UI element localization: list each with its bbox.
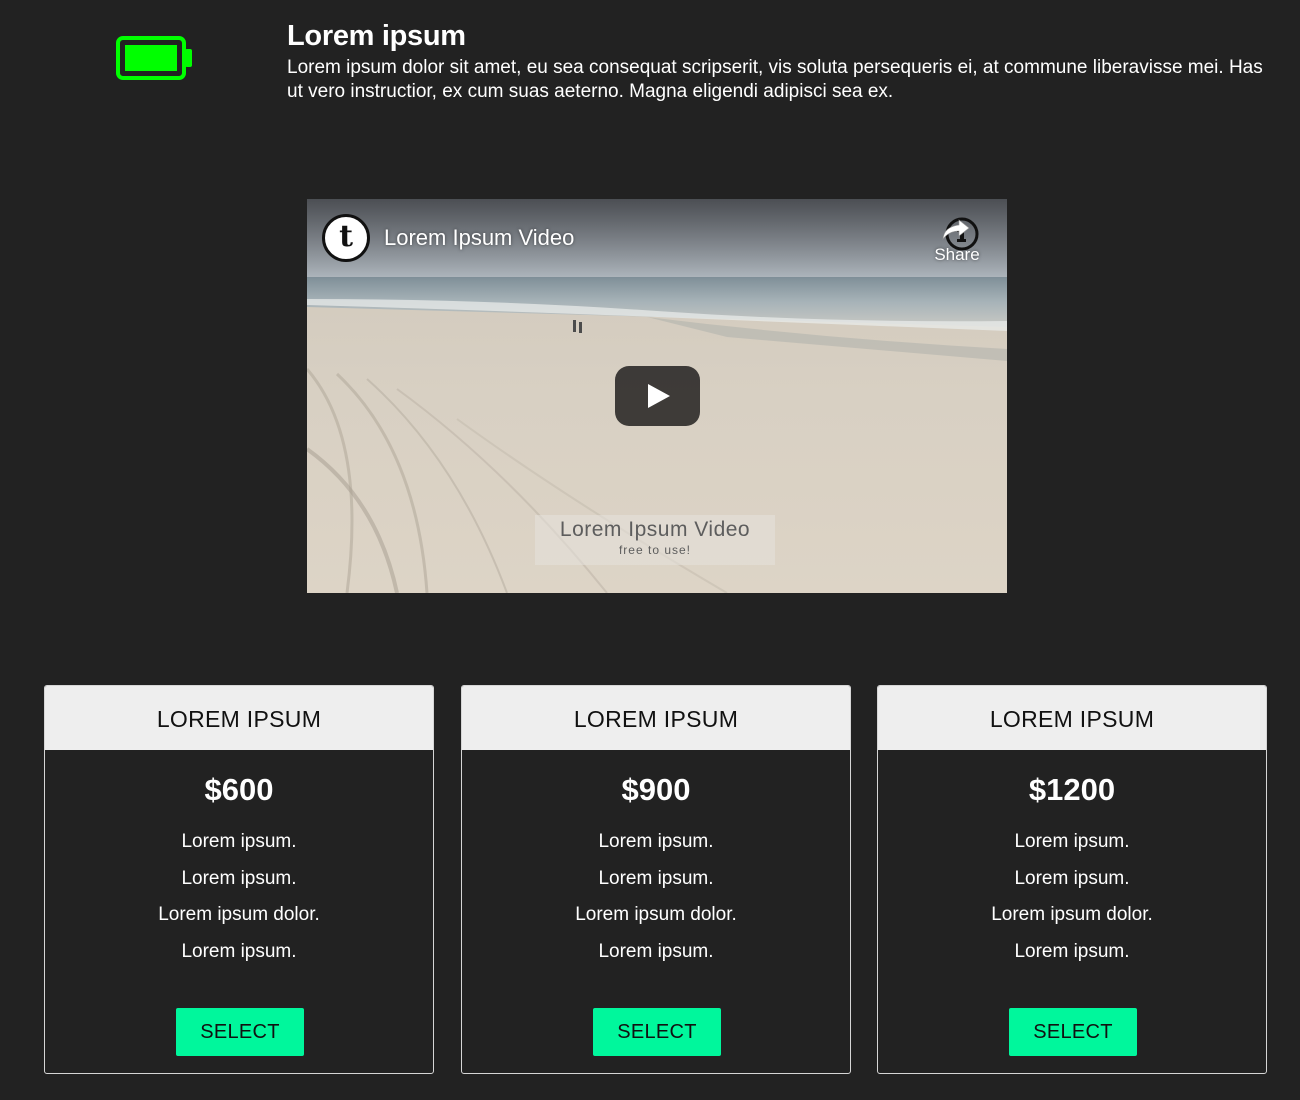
page: Lorem ipsum Lorem ipsum dolor sit amet, …	[0, 0, 1300, 1100]
select-button[interactable]: SELECT	[593, 1008, 721, 1056]
card-feature: Lorem ipsum.	[181, 831, 297, 852]
watermark-title: Lorem Ipsum Video	[559, 518, 751, 541]
pricing-card: LOREM IPSUM $600 Lorem ipsum. Lorem ipsu…	[44, 685, 434, 1074]
card-price: $1200	[1028, 772, 1116, 807]
card-feature: Lorem ipsum dolor.	[575, 904, 737, 925]
play-button[interactable]	[615, 366, 700, 426]
card-title: LOREM IPSUM	[462, 686, 850, 750]
card-feature: Lorem ipsum dolor.	[991, 904, 1153, 925]
feature-title: Lorem ipsum	[287, 20, 466, 52]
card-feature: Lorem ipsum.	[1014, 867, 1130, 889]
card-feature-list: Lorem ipsum. Lorem ipsum. Lorem ipsum do…	[878, 824, 1266, 970]
watermark-subtitle: free to use!	[618, 543, 692, 557]
feature-description: Lorem ipsum dolor sit amet, eu sea conse…	[287, 57, 1263, 102]
card-feature-list: Lorem ipsum. Lorem ipsum. Lorem ipsum do…	[45, 824, 433, 970]
pricing-card: LOREM IPSUM $900 Lorem ipsum. Lorem ipsu…	[461, 685, 851, 1074]
pricing-cards: LOREM IPSUM $600 Lorem ipsum. Lorem ipsu…	[44, 685, 1269, 1076]
play-icon	[648, 384, 670, 408]
card-feature: Lorem ipsum.	[181, 867, 297, 889]
card-feature: Lorem ipsum dolor.	[158, 904, 320, 925]
card-title: LOREM IPSUM	[878, 686, 1266, 750]
feature-text-block: Lorem ipsum Lorem ipsum dolor sit amet, …	[287, 18, 1282, 104]
card-feature: Lorem ipsum.	[1014, 940, 1130, 962]
select-button[interactable]: SELECT	[1009, 1008, 1137, 1056]
card-feature: Lorem ipsum.	[598, 940, 714, 962]
card-feature-list: Lorem ipsum. Lorem ipsum. Lorem ipsum do…	[462, 824, 850, 970]
share-button[interactable]: Share	[927, 215, 987, 265]
select-button[interactable]: SELECT	[176, 1008, 304, 1056]
card-price: $600	[204, 772, 274, 807]
share-label: Share	[934, 245, 980, 264]
channel-logo[interactable]: t	[322, 214, 370, 262]
card-feature: Lorem ipsum.	[1014, 831, 1130, 852]
card-price: $900	[621, 772, 691, 807]
video-title[interactable]: Lorem Ipsum Video	[384, 225, 574, 251]
card-feature: Lorem ipsum.	[181, 940, 297, 962]
video-watermark: Lorem Ipsum Video free to use!	[535, 515, 775, 565]
battery-full-icon	[116, 36, 192, 80]
card-title: LOREM IPSUM	[45, 686, 433, 750]
card-feature: Lorem ipsum.	[598, 867, 714, 889]
video-player[interactable]: t Lorem Ipsum Video Share Lorem Ipsum Vi…	[307, 199, 1007, 593]
pricing-card: LOREM IPSUM $1200 Lorem ipsum. Lorem ips…	[877, 685, 1267, 1074]
card-feature: Lorem ipsum.	[598, 831, 714, 852]
